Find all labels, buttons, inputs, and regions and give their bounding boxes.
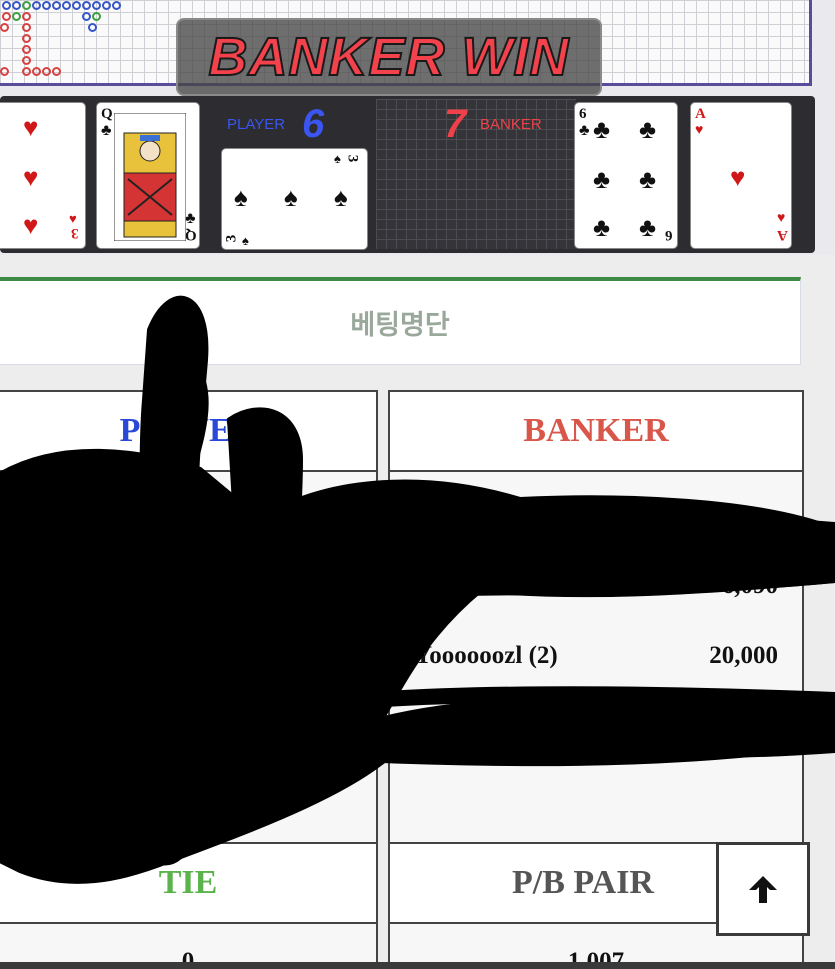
card-rank: 3 — [223, 234, 240, 243]
roadmap-bead — [62, 1, 71, 10]
roadmap-bead — [102, 1, 111, 10]
playing-card: ♠ 3 ♠ ♠ ♠ 3 ♠ — [221, 148, 368, 250]
card-rank: Q — [101, 106, 113, 122]
heart-suit-icon: ♥ — [777, 211, 786, 226]
card-rank: A — [777, 227, 788, 243]
club-suit-icon: ♣ — [593, 165, 611, 194]
tie-bets-panel: TIE 0 — [0, 842, 378, 969]
bet-row: Yoooooozl (2) 20,000 — [414, 642, 778, 676]
card-table: ♥ ♥ ♥ ♥ 3 Q ♣ ♣ Q PLAYER 6 ♠ 3 ♠ ♠ ♠ 3 ♠… — [0, 96, 815, 253]
banker-score-label: BANKER — [480, 116, 542, 133]
scroll-to-top-button[interactable] — [716, 842, 810, 936]
bet-amount: 6,090 — [721, 572, 778, 599]
heart-suit-icon: ♥ — [23, 211, 39, 240]
bottom-bar — [0, 962, 835, 969]
queen-face-art — [114, 113, 186, 241]
card-suit-corner: ♥ — [69, 211, 77, 226]
roadmap-bead — [92, 1, 101, 10]
heart-suit-icon: ♥ — [23, 163, 39, 192]
roadmap-bead — [22, 12, 31, 21]
roadmap-bead — [22, 34, 31, 43]
roadmap-bead — [42, 67, 51, 76]
playing-card: ♥ ♥ ♥ ♥ 3 — [0, 102, 86, 249]
card-rank: 6 — [665, 227, 673, 243]
player-score: 6 — [302, 102, 325, 146]
banker-bets-panel: BANKER 6,090 Yoooooozl (2) 20,000 3,000 — [388, 390, 804, 846]
arrow-up-icon — [749, 876, 777, 903]
spade-suit-icon: ♠ — [334, 183, 348, 212]
betting-list-title: 베팅명단 — [350, 310, 450, 341]
spade-suit-icon: ♠ — [334, 151, 341, 166]
game-area: ♥ ♥ ♥ ♥ 3 Q ♣ ♣ Q PLAYER 6 ♠ 3 ♠ ♠ ♠ 3 ♠… — [0, 0, 835, 255]
club-suit-icon: ♣ — [593, 213, 611, 242]
player-bets-header: PLAYER — [0, 392, 376, 472]
banker-score: 7 — [444, 102, 467, 146]
roadmap-bead — [12, 1, 21, 10]
roadmap-bead — [32, 67, 41, 76]
playing-card: Q ♣ ♣ Q — [96, 102, 200, 249]
club-suit-icon: ♣ — [101, 122, 112, 139]
mini-scoreboard — [376, 99, 576, 249]
club-suit-icon: ♣ — [579, 122, 590, 139]
club-suit-icon: ♣ — [639, 165, 657, 194]
spade-suit-icon: ♠ — [242, 233, 249, 248]
roadmap-bead — [92, 12, 101, 21]
player-bets-panel: PLAYER 00 — [0, 390, 378, 846]
roadmap-bead — [112, 1, 121, 10]
club-suit-icon: ♣ — [639, 213, 657, 242]
bet-amount: 00 — [327, 496, 352, 523]
heart-suit-icon: ♥ — [730, 163, 746, 192]
result-banner: BANKER WIN — [176, 18, 602, 96]
tie-bets-header: TIE — [0, 844, 376, 924]
bet-row: 6,090 — [414, 572, 778, 606]
playing-card: 6 ♣ ♣ ♣ ♣ ♣ ♣ ♣ 6 — [574, 102, 678, 249]
roadmap-bead — [82, 12, 91, 21]
club-suit-icon: ♣ — [593, 115, 611, 144]
roadmap-bead — [0, 67, 9, 76]
betting-list-header: 베팅명단 — [0, 277, 801, 365]
roadmap-bead — [42, 1, 51, 10]
bet-amount: 3,000 — [721, 712, 778, 739]
bettor-name: Yoooooozl (2) — [414, 642, 558, 669]
roadmap-bead — [88, 23, 97, 32]
banker-bets-header: BANKER — [390, 392, 802, 472]
roadmap-bead — [12, 12, 21, 21]
roadmap-bead — [22, 23, 31, 32]
roadmap-bead — [2, 1, 11, 10]
roadmap-bead — [22, 67, 31, 76]
heart-suit-icon: ♥ — [23, 113, 39, 142]
roadmap-bead — [82, 1, 91, 10]
heart-suit-icon: ♥ — [695, 123, 704, 138]
card-rank: 6 — [579, 106, 587, 122]
bet-row: 00 — [24, 496, 352, 530]
bet-amount: 20,000 — [709, 642, 778, 669]
playing-card: A ♥ ♥ ♥ A — [690, 102, 792, 249]
roadmap-bead — [22, 56, 31, 65]
roadmap-bead — [52, 67, 61, 76]
card-rank: A — [695, 106, 706, 122]
roadmap-bead — [2, 12, 11, 21]
card-rank: Q — [185, 227, 197, 243]
roadmap-bead — [22, 1, 31, 10]
spade-suit-icon: ♠ — [284, 183, 298, 212]
roadmap-bead — [22, 45, 31, 54]
club-suit-icon: ♣ — [639, 115, 657, 144]
card-rank: 3 — [344, 154, 361, 163]
roadmap-bead — [32, 1, 41, 10]
card-rank: 3 — [71, 225, 79, 241]
bet-row: 3,000 — [414, 712, 778, 746]
spade-suit-icon: ♠ — [234, 183, 248, 212]
roadmap-bead — [52, 1, 61, 10]
club-suit-icon: ♣ — [185, 210, 196, 227]
roadmap-bead — [72, 1, 81, 10]
roadmap-bead — [0, 23, 9, 32]
player-score-label: PLAYER — [227, 116, 286, 133]
result-banner-text: BANKER WIN — [208, 26, 570, 88]
